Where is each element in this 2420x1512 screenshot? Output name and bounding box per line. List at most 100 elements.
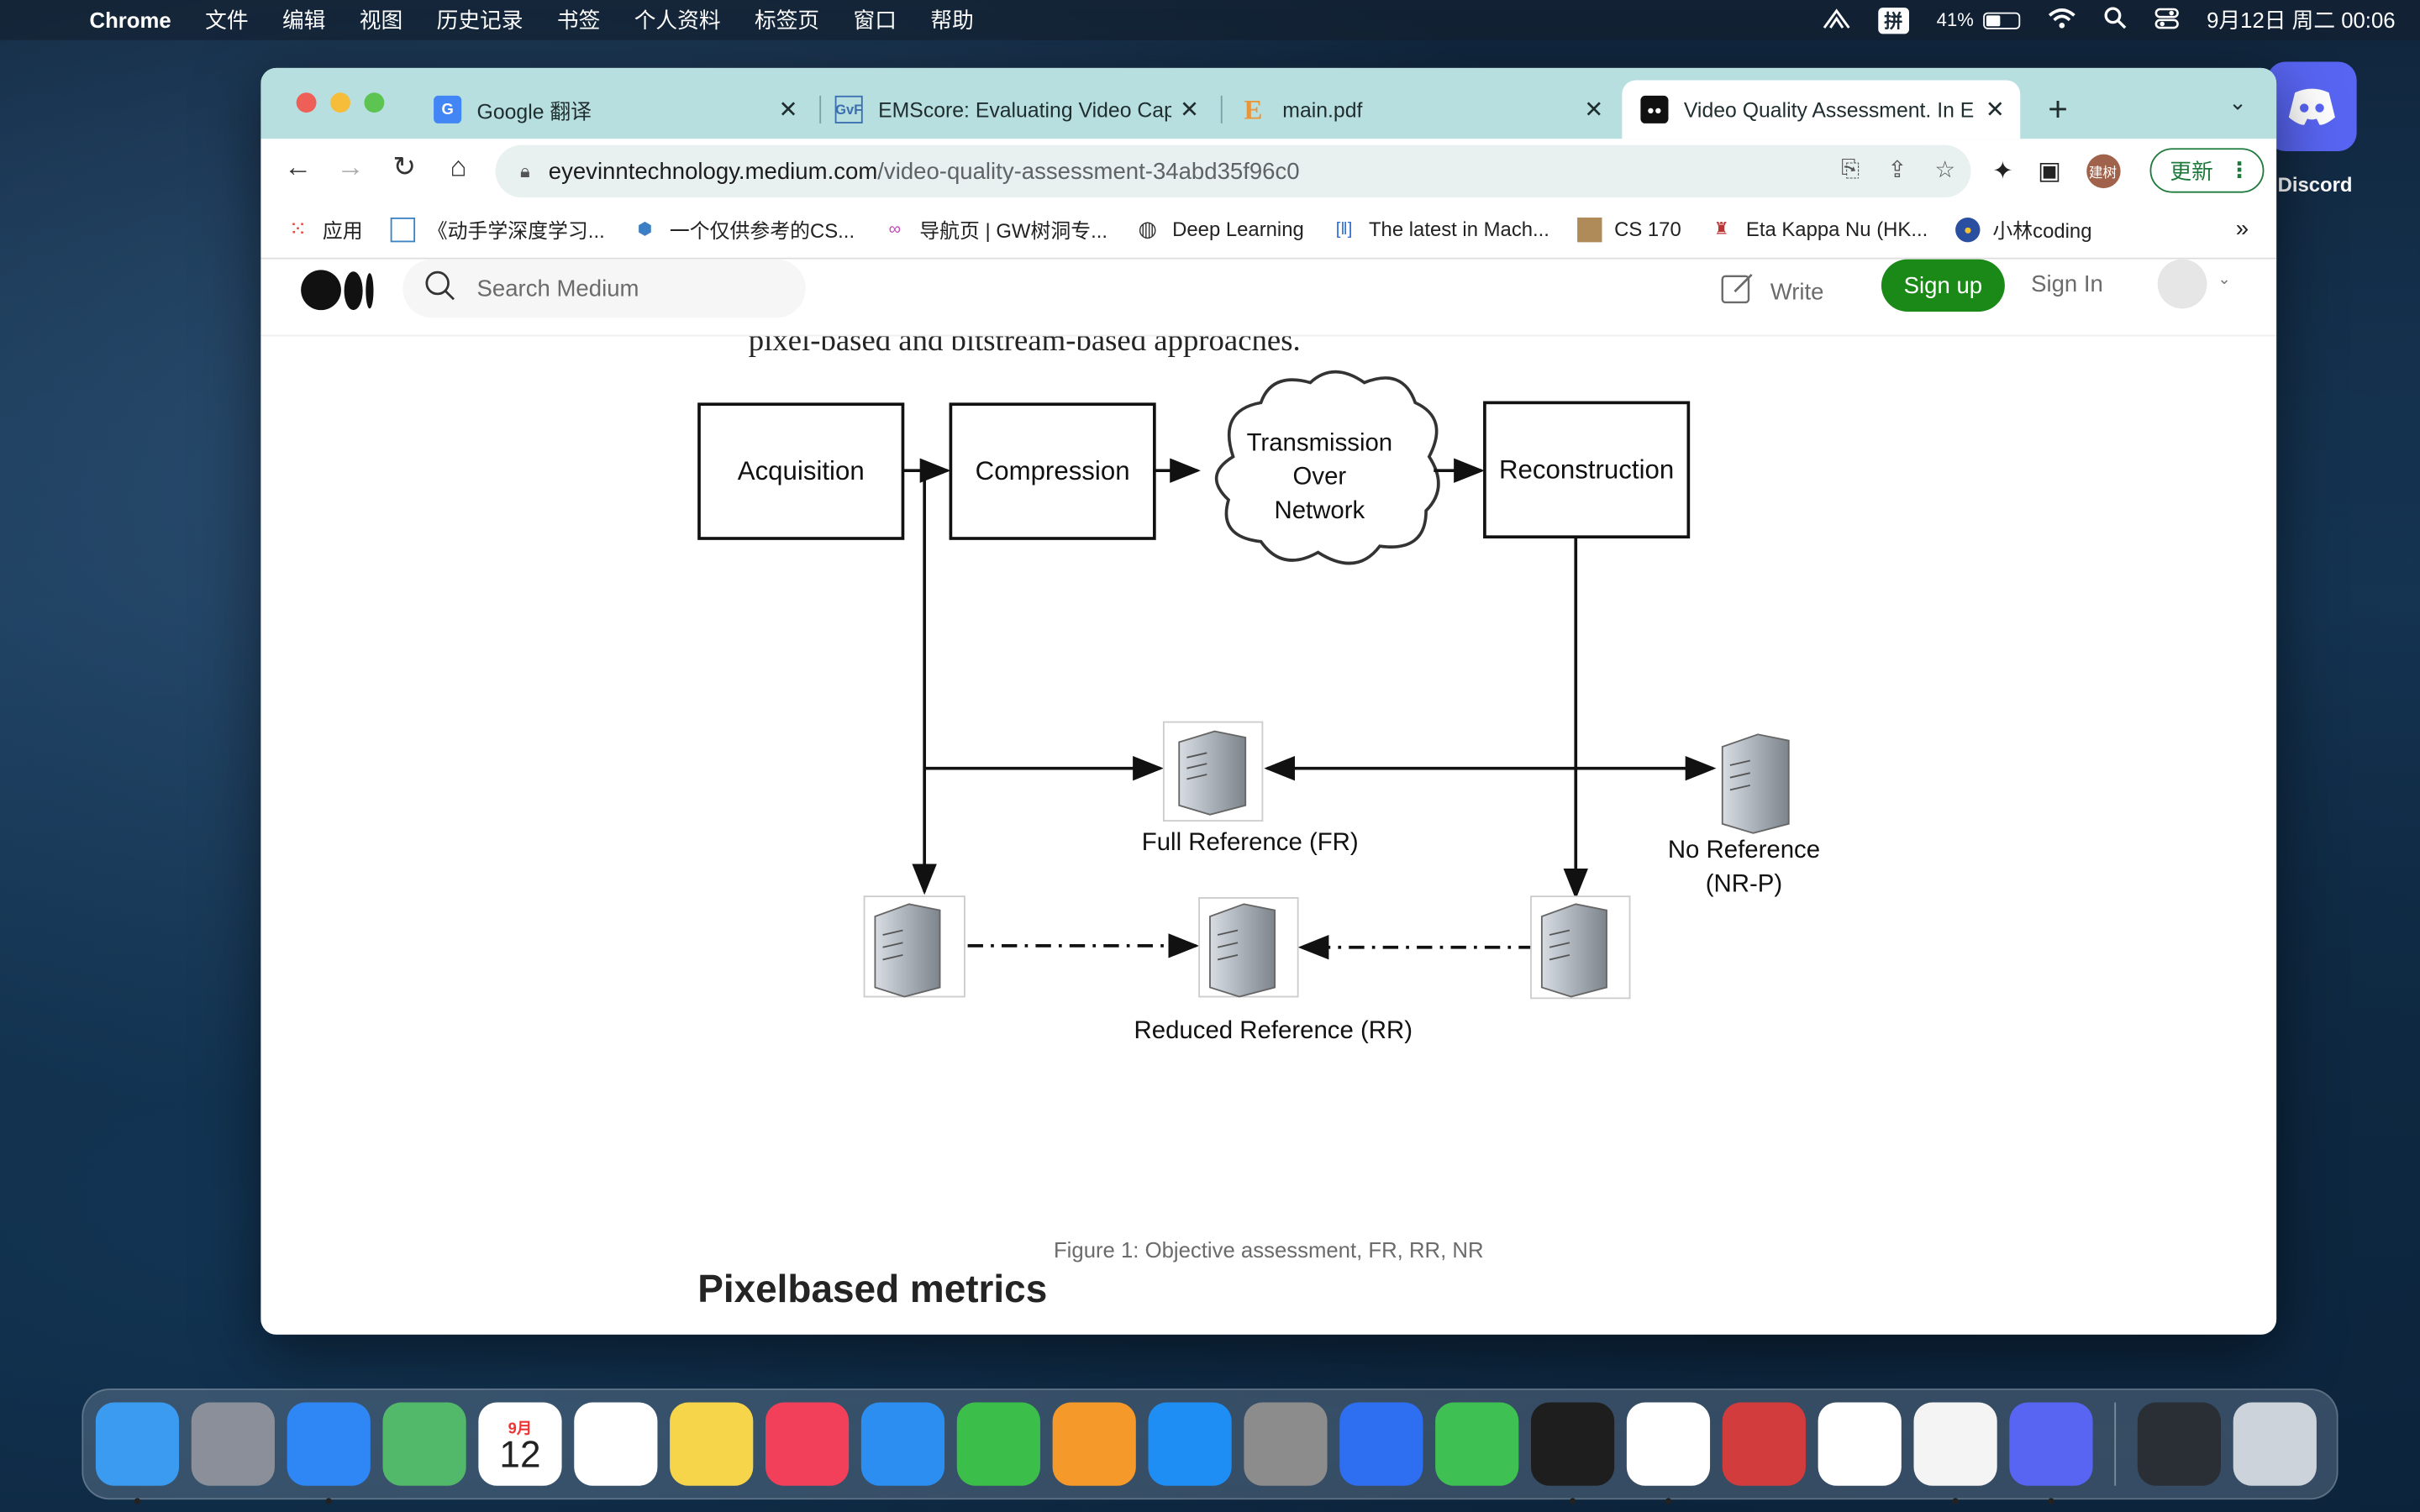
dock-numbers-icon[interactable] xyxy=(956,1402,1040,1486)
new-tab-button[interactable]: + xyxy=(2048,90,2068,130)
dock-zotero-icon[interactable] xyxy=(1722,1402,1806,1486)
bookmark-xiaolin-coding[interactable]: ● 小林coding xyxy=(1955,214,2092,244)
menu-bookmarks[interactable]: 书签 xyxy=(557,5,600,36)
control-center-icon[interactable] xyxy=(2154,7,2179,33)
close-window-button[interactable] xyxy=(296,92,317,113)
menu-view[interactable]: 视图 xyxy=(360,5,402,36)
bookmark-apps[interactable]: ⁙ 应用 xyxy=(286,214,363,244)
source-server-icon xyxy=(863,895,965,998)
google-translate-icon: G xyxy=(434,95,462,123)
dock-vscode-icon[interactable] xyxy=(1818,1402,1902,1486)
medium-logo[interactable] xyxy=(301,270,374,311)
app-status-icon[interactable] xyxy=(1823,7,1850,33)
tab-search-chevron-icon[interactable]: ⌄ xyxy=(2228,90,2247,116)
dock-discord-icon[interactable] xyxy=(2009,1402,2093,1504)
dock-recent-window-icon[interactable] xyxy=(2137,1402,2222,1486)
side-panel-icon[interactable]: ▣ xyxy=(2038,156,2061,187)
menu-app-name[interactable]: Chrome xyxy=(90,8,171,32)
fullscreen-window-button[interactable] xyxy=(364,92,385,113)
bookmark-deep-learning[interactable]: ◍ Deep Learning xyxy=(1135,216,1304,241)
profile-avatar[interactable]: 建树 xyxy=(2086,154,2120,189)
extensions-puzzle-icon[interactable]: ✦ xyxy=(1992,156,2013,187)
dock-notes-icon[interactable] xyxy=(670,1402,754,1486)
dock-launchpad-icon[interactable] xyxy=(191,1402,275,1486)
medium-search-box[interactable]: Search Medium xyxy=(402,259,806,318)
more-menu-icon[interactable]: ⋮ xyxy=(2228,157,2250,183)
sign-in-link[interactable]: Sign In xyxy=(2031,271,2103,297)
home-icon[interactable]: ⌂ xyxy=(439,151,476,184)
cloud-line-1: Transmission xyxy=(1247,428,1393,456)
running-indicator xyxy=(2048,1498,2054,1504)
write-link[interactable]: Write xyxy=(1721,271,1824,312)
dock-chrome-icon[interactable] xyxy=(1626,1402,1711,1504)
minimize-window-button[interactable] xyxy=(330,92,350,113)
wifi-icon[interactable] xyxy=(2048,7,2075,33)
dock-finder-icon[interactable] xyxy=(95,1402,180,1504)
dock-pages-icon[interactable] xyxy=(1052,1402,1136,1486)
sign-up-button[interactable]: Sign up xyxy=(1881,259,2005,312)
bookmark-papers-with-code[interactable]: [‖] The latest in Mach... xyxy=(1332,217,1549,241)
bookmark-d2l[interactable]: 《动手学深度学习... xyxy=(390,214,605,244)
menu-help[interactable]: 帮助 xyxy=(930,5,973,36)
dock-wechat-icon[interactable] xyxy=(1435,1402,1519,1486)
tab-emscore[interactable]: GvF EMScore: Evaluating Video Cap ✕ xyxy=(817,81,1215,139)
user-avatar[interactable] xyxy=(2157,259,2207,309)
bookmark-label: 一个仅供参考的CS... xyxy=(669,218,855,243)
desktop-discord-label: Discord xyxy=(2277,172,2353,197)
dock-terminal-icon[interactable] xyxy=(1531,1402,1615,1504)
forward-arrow-icon[interactable]: → xyxy=(332,151,369,184)
menu-tab[interactable]: 标签页 xyxy=(755,5,819,36)
spotlight-search-icon[interactable] xyxy=(2103,6,2127,34)
close-tab-icon[interactable]: ✕ xyxy=(1584,96,1603,123)
menu-bar-clock[interactable]: 9月12日 周二 00:06 xyxy=(2207,5,2395,36)
dock-maps-icon[interactable] xyxy=(382,1402,466,1486)
bookmark-hkn[interactable]: ♜ Eta Kappa Nu (HK... xyxy=(1709,217,1928,241)
chevron-down-icon[interactable]: ⌄ xyxy=(2217,271,2230,288)
bookmark-label: 小林coding xyxy=(1992,218,2092,243)
calendar-month: 9月 xyxy=(508,1420,533,1437)
input-method-icon[interactable]: 拼 xyxy=(1877,7,1909,34)
bookmarks-bar: ⁙ 应用 《动手学深度学习... ⬢ 一个仅供参考的CS... ∞ 导航页 | … xyxy=(260,200,2277,260)
web-page: pixel-based and bitstream-based approach… xyxy=(260,259,2277,1335)
dock-safari-icon[interactable] xyxy=(287,1402,371,1504)
running-indicator xyxy=(1569,1498,1576,1504)
dock-music-icon[interactable] xyxy=(765,1402,850,1486)
close-tab-icon[interactable]: ✕ xyxy=(1180,96,1199,123)
share-icon[interactable]: ⇪ xyxy=(1887,156,1907,183)
menu-window[interactable]: 窗口 xyxy=(854,5,897,36)
dock-keynote-icon[interactable] xyxy=(860,1402,945,1486)
tab-video-quality[interactable]: ●● Video Quality Assessment. In E ✕ xyxy=(1622,80,2021,139)
menu-history[interactable]: 历史记录 xyxy=(437,5,523,36)
close-tab-icon[interactable]: ✕ xyxy=(1986,96,2005,123)
dock-typora-icon[interactable] xyxy=(1913,1402,1997,1504)
translate-icon[interactable]: ⎘ xyxy=(1841,156,1860,184)
desktop-discord-shortcut[interactable]: Discord xyxy=(2265,61,2358,200)
back-arrow-icon[interactable]: ← xyxy=(279,151,316,184)
extensions-area: ✦ ▣ 建树 xyxy=(1992,154,2120,189)
menu-profiles[interactable]: 个人资料 xyxy=(634,5,721,36)
menu-edit[interactable]: 编辑 xyxy=(282,5,325,36)
dock-system-settings-icon[interactable] xyxy=(1244,1402,1328,1486)
update-button[interactable]: 更新 ⋮ xyxy=(2149,148,2265,193)
dock-lark-icon[interactable] xyxy=(1339,1402,1423,1486)
tab-main-pdf[interactable]: E main.pdf ✕ xyxy=(1221,81,1619,139)
dock-app-store-icon[interactable] xyxy=(1148,1402,1232,1486)
reload-icon[interactable]: ↻ xyxy=(386,151,423,184)
bookmark-gw-treehole[interactable]: ∞ 导航页 | GW树洞专... xyxy=(882,214,1107,244)
address-bar[interactable]: 🔒︎ eyevinntechnology.medium.com /video-q… xyxy=(495,144,1971,198)
battery-icon[interactable] xyxy=(1982,11,2020,29)
bookmark-cs-reference[interactable]: ⬢ 一个仅供参考的CS... xyxy=(633,214,855,244)
dock-reminders-icon[interactable] xyxy=(574,1402,658,1486)
bookmarks-overflow-icon[interactable]: » xyxy=(2236,216,2249,242)
nr-label-line-2: (NR-P) xyxy=(1706,870,1782,898)
lock-icon[interactable]: 🔒︎ xyxy=(520,160,530,183)
bookmark-star-icon[interactable]: ☆ xyxy=(1934,156,1955,183)
close-tab-icon[interactable]: ✕ xyxy=(778,96,797,123)
tab-title: EMScore: Evaluating Video Cap xyxy=(878,97,1172,122)
bookmark-cs170[interactable]: CS 170 xyxy=(1577,217,1681,242)
dock-calendar-icon[interactable]: 9月 12 xyxy=(478,1402,562,1486)
dock-trash-icon[interactable] xyxy=(2233,1402,2317,1486)
write-label: Write xyxy=(1770,278,1824,305)
menu-file[interactable]: 文件 xyxy=(205,5,248,36)
tab-google-translate[interactable]: G Google 翻译 ✕ xyxy=(415,81,813,139)
